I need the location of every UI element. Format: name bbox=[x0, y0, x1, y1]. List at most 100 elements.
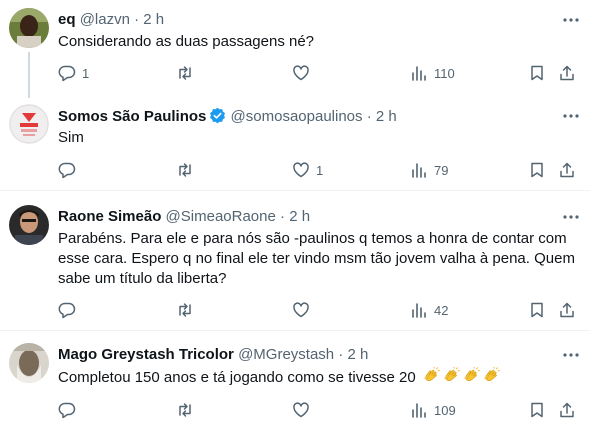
heart-icon bbox=[293, 162, 309, 178]
retweet-button[interactable] bbox=[176, 300, 200, 320]
share-button[interactable] bbox=[558, 160, 576, 180]
tweet-text: Completou 150 anos e tá jogando como se … bbox=[58, 367, 578, 388]
separator-dot: · bbox=[280, 208, 286, 225]
more-options-icon[interactable] bbox=[562, 208, 580, 226]
like-button[interactable]: 1 bbox=[292, 160, 323, 180]
timestamp[interactable]: 2 h bbox=[376, 108, 397, 125]
clapping-hands-emoji-icon bbox=[424, 367, 440, 381]
user-handle[interactable]: @somosaopaulinos bbox=[231, 108, 363, 125]
avatar[interactable] bbox=[9, 343, 49, 383]
tweet-actions: 109 bbox=[58, 400, 580, 420]
avatar[interactable] bbox=[9, 104, 49, 144]
views-count: 42 bbox=[434, 302, 449, 318]
user-handle[interactable]: @SimeaoRaone bbox=[166, 208, 276, 225]
retweet-button[interactable] bbox=[176, 63, 200, 83]
views-count: 110 bbox=[434, 65, 455, 81]
reply-button[interactable] bbox=[58, 160, 82, 180]
bookmark-icon bbox=[531, 302, 543, 318]
clapping-hands-emoji-icon bbox=[484, 367, 500, 381]
share-icon bbox=[560, 162, 574, 178]
views-count: 79 bbox=[434, 162, 449, 178]
user-handle[interactable]: @lazvn bbox=[80, 11, 130, 28]
tweet-2[interactable]: Somos São Paulinos @somosaopaulinos · 2 … bbox=[0, 96, 590, 190]
tweet-text: Parabéns. Para ele e para nós são -pauli… bbox=[58, 230, 575, 287]
timestamp[interactable]: 2 h bbox=[348, 346, 369, 363]
tweet-header: eq @lazvn · 2 h bbox=[58, 11, 164, 29]
views-button[interactable]: 42 bbox=[410, 300, 448, 320]
views-chart-icon bbox=[412, 66, 426, 81]
views-button[interactable]: 79 bbox=[410, 160, 448, 180]
views-button[interactable]: 109 bbox=[410, 400, 456, 420]
reply-icon bbox=[58, 302, 76, 319]
tweet-actions: 1 110 bbox=[58, 63, 580, 83]
separator-dot: · bbox=[338, 346, 344, 363]
share-icon bbox=[560, 402, 574, 418]
tweet-actions: 1 79 bbox=[58, 160, 580, 180]
heart-icon bbox=[293, 402, 309, 418]
retweet-icon bbox=[179, 303, 191, 317]
tweet-text: Considerando as duas passagens né? bbox=[58, 33, 315, 50]
tweet-1[interactable]: eq @lazvn · 2 h Considerando as duas pas… bbox=[0, 0, 590, 98]
timestamp[interactable]: 2 h bbox=[289, 208, 310, 225]
verified-badge-icon bbox=[210, 107, 226, 124]
bookmark-icon bbox=[531, 65, 543, 81]
retweet-button[interactable] bbox=[176, 400, 200, 420]
tweet-header: Raone Simeão @SimeaoRaone · 2 h bbox=[58, 208, 310, 226]
bookmark-icon bbox=[531, 402, 543, 418]
views-chart-icon bbox=[412, 403, 426, 418]
bookmark-button[interactable] bbox=[528, 63, 546, 83]
avatar[interactable] bbox=[9, 205, 49, 245]
clap-emoji-row bbox=[420, 367, 500, 386]
tweet-4[interactable]: Mago Greystash Tricolor @MGreystash · 2 … bbox=[0, 331, 590, 431]
bookmark-icon bbox=[531, 162, 543, 178]
bookmark-button[interactable] bbox=[528, 300, 546, 320]
display-name[interactable]: Mago Greystash Tricolor bbox=[58, 346, 234, 363]
bookmark-button[interactable] bbox=[528, 400, 546, 420]
separator-dot: · bbox=[134, 11, 140, 28]
display-name[interactable]: Raone Simeão bbox=[58, 208, 161, 225]
more-options-icon[interactable] bbox=[562, 11, 580, 29]
share-icon bbox=[560, 302, 574, 318]
tweet-actions: 42 bbox=[58, 300, 580, 320]
retweet-icon bbox=[179, 66, 191, 80]
views-chart-icon bbox=[412, 303, 426, 318]
reply-icon bbox=[58, 402, 76, 419]
share-button[interactable] bbox=[558, 400, 576, 420]
reply-icon bbox=[58, 162, 76, 179]
separator-dot: · bbox=[366, 108, 372, 125]
share-button[interactable] bbox=[558, 300, 576, 320]
share-icon bbox=[560, 65, 574, 81]
heart-icon bbox=[293, 302, 309, 318]
heart-icon bbox=[293, 65, 309, 81]
retweet-icon bbox=[179, 163, 191, 177]
views-button[interactable]: 110 bbox=[410, 63, 455, 83]
display-name[interactable]: Somos São Paulinos bbox=[58, 108, 206, 125]
tweet-header: Somos São Paulinos @somosaopaulinos · 2 … bbox=[58, 107, 397, 126]
share-button[interactable] bbox=[558, 63, 576, 83]
tweet-header: Mago Greystash Tricolor @MGreystash · 2 … bbox=[58, 346, 368, 364]
like-count: 1 bbox=[316, 162, 324, 178]
more-options-icon[interactable] bbox=[562, 107, 580, 125]
timestamp[interactable]: 2 h bbox=[143, 11, 164, 28]
bookmark-button[interactable] bbox=[528, 160, 546, 180]
avatar[interactable] bbox=[9, 8, 49, 48]
reply-button[interactable] bbox=[58, 300, 82, 320]
like-button[interactable] bbox=[292, 300, 316, 320]
reply-count: 1 bbox=[82, 65, 90, 81]
like-button[interactable] bbox=[292, 400, 316, 420]
tweet-text-body: Completou 150 anos e tá jogando como se … bbox=[58, 369, 416, 386]
views-chart-icon bbox=[412, 163, 426, 178]
tweet-text: Sim bbox=[58, 129, 84, 146]
clapping-hands-emoji-icon bbox=[464, 367, 480, 381]
clapping-hands-emoji-icon bbox=[444, 367, 460, 381]
reply-button[interactable] bbox=[58, 400, 82, 420]
display-name[interactable]: eq bbox=[58, 11, 76, 28]
views-count: 109 bbox=[434, 402, 456, 418]
reply-button[interactable]: 1 bbox=[58, 63, 89, 83]
user-handle[interactable]: @MGreystash bbox=[238, 346, 334, 363]
like-button[interactable] bbox=[292, 63, 316, 83]
more-options-icon[interactable] bbox=[562, 346, 580, 364]
tweet-3[interactable]: Raone Simeão @SimeaoRaone · 2 h Parabéns… bbox=[0, 191, 590, 329]
retweet-button[interactable] bbox=[176, 160, 200, 180]
retweet-icon bbox=[179, 403, 191, 417]
